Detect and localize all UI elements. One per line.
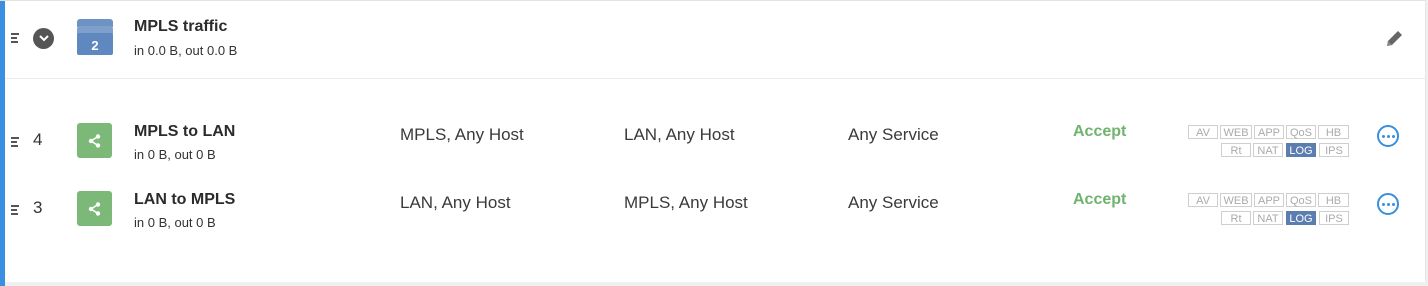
badge-qos: QoS (1286, 125, 1316, 139)
badge-app: APP (1254, 193, 1284, 207)
firewall-rules-panel: 2 MPLS traffic in 0.0 B, out 0.0 B 4 MPL… (0, 0, 1426, 286)
badge-rt: Rt (1221, 143, 1251, 157)
group-title: MPLS traffic (134, 18, 228, 35)
rule-number: 3 (33, 198, 43, 217)
rule-action: Accept (1073, 123, 1127, 140)
rule-name[interactable]: LAN to MPLS (134, 191, 235, 209)
drag-handle-icon[interactable] (11, 33, 19, 43)
rule-action: Accept (1073, 191, 1127, 208)
drag-handle-icon[interactable] (11, 205, 19, 215)
badge-hb: HB (1318, 125, 1349, 139)
drag-handle-icon[interactable] (11, 137, 19, 147)
rule-service[interactable]: Any Service (848, 193, 939, 213)
badge-log: LOG (1286, 143, 1316, 157)
badge-web: WEB (1220, 193, 1252, 207)
share-icon (77, 123, 112, 158)
rule-service[interactable]: Any Service (848, 125, 939, 145)
badge-ips: IPS (1319, 211, 1349, 225)
rule-destination[interactable]: LAN, Any Host (624, 125, 735, 145)
more-options-icon[interactable] (1377, 125, 1399, 147)
rule-source[interactable]: MPLS, Any Host (400, 125, 524, 145)
group-divider (5, 78, 1425, 79)
group-rule-count: 2 (77, 33, 113, 55)
badge-nat: NAT (1253, 143, 1283, 157)
badge-ips: IPS (1319, 143, 1349, 157)
selection-accent-bar (0, 1, 5, 286)
rule-number: 4 (33, 130, 43, 149)
badge-nat: NAT (1253, 211, 1283, 225)
badge-log: LOG (1286, 211, 1316, 225)
share-icon (77, 191, 112, 226)
badge-rt: Rt (1221, 211, 1251, 225)
rule-source[interactable]: LAN, Any Host (400, 193, 511, 213)
badge-hb: HB (1318, 193, 1349, 207)
more-options-icon[interactable] (1377, 193, 1399, 215)
badge-qos: QoS (1286, 193, 1316, 207)
rule-destination[interactable]: MPLS, Any Host (624, 193, 748, 213)
rule-traffic: in 0 B, out 0 B (134, 215, 216, 230)
badge-av: AV (1188, 125, 1218, 139)
stacked-layers-icon: 2 (77, 19, 113, 55)
rule-name[interactable]: MPLS to LAN (134, 123, 235, 141)
badge-app: APP (1254, 125, 1284, 139)
badge-web: WEB (1220, 125, 1252, 139)
rule-traffic: in 0 B, out 0 B (134, 147, 216, 162)
pencil-icon[interactable] (1383, 28, 1405, 50)
chevron-down-icon[interactable] (33, 28, 54, 49)
group-traffic: in 0.0 B, out 0.0 B (134, 43, 238, 58)
badge-av: AV (1188, 193, 1218, 207)
